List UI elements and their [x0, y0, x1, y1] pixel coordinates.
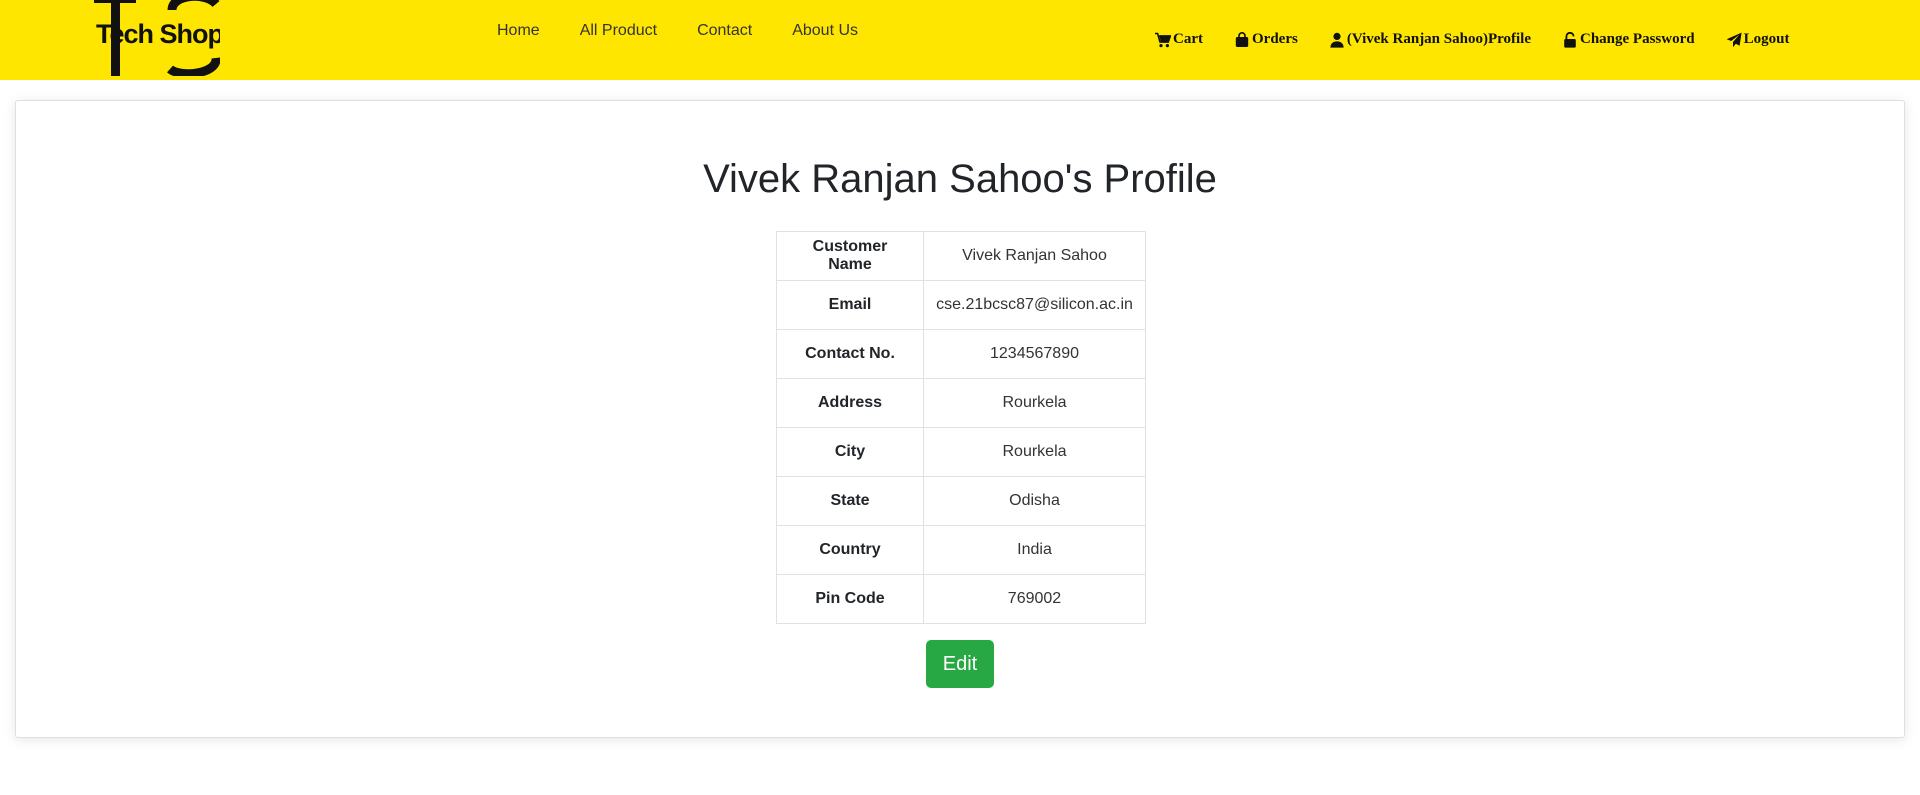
field-value: Rourkela	[923, 427, 1146, 477]
nav-logout-link[interactable]: Logout	[1726, 31, 1790, 48]
shopping-bag-icon	[1234, 31, 1251, 48]
top-navbar: Tech Shop Home All Product Contact About…	[0, 0, 1920, 80]
field-label: City	[776, 427, 924, 477]
field-value: India	[923, 525, 1146, 575]
field-label: State	[776, 476, 924, 526]
nav-home-link[interactable]: Home	[497, 22, 560, 40]
table-row: Email cse.21bcsc87@silicon.ac.in	[776, 280, 1146, 330]
field-value: 769002	[923, 574, 1146, 624]
brand-logo[interactable]: Tech Shop	[94, 0, 220, 76]
field-label: Pin Code	[776, 574, 924, 624]
field-value: cse.21bcsc87@silicon.ac.in	[923, 280, 1146, 330]
table-row: Customer Name Vivek Ranjan Sahoo	[776, 231, 1146, 281]
paper-plane-icon	[1726, 32, 1743, 48]
nav-orders-link[interactable]: Orders	[1234, 31, 1298, 48]
field-value: Odisha	[923, 476, 1146, 526]
user-icon	[1329, 32, 1346, 48]
nav-change-password-label: Change Password	[1580, 31, 1695, 47]
brand-name: Tech Shop	[96, 19, 220, 49]
field-label: Contact No.	[776, 329, 924, 379]
table-row: City Rourkela	[776, 427, 1146, 477]
table-row: Contact No. 1234567890	[776, 329, 1146, 379]
cart-icon	[1155, 32, 1172, 48]
field-label: Customer Name	[776, 231, 924, 281]
table-row: State Odisha	[776, 476, 1146, 526]
profile-table: Customer Name Vivek Ranjan Sahoo Email c…	[776, 231, 1146, 624]
field-label: Email	[776, 280, 924, 330]
edit-profile-button[interactable]: Edit	[926, 640, 994, 688]
table-row: Pin Code 769002	[776, 574, 1146, 624]
nav-profile-link[interactable]: (Vivek Ranjan Sahoo)Profile	[1329, 31, 1531, 48]
profile-card: Vivek Ranjan Sahoo's Profile Customer Na…	[15, 100, 1905, 738]
page-title: Vivek Ranjan Sahoo's Profile	[703, 157, 1217, 201]
field-value: 1234567890	[923, 329, 1146, 379]
table-row: Address Rourkela	[776, 378, 1146, 428]
nav-change-password-link[interactable]: Change Password	[1562, 31, 1695, 48]
table-row: Country India	[776, 525, 1146, 575]
nav-about-us-link[interactable]: About Us	[772, 22, 878, 40]
nav-contact-link[interactable]: Contact	[677, 22, 772, 40]
nav-cart-link[interactable]: Cart	[1155, 31, 1203, 48]
nav-profile-label: (Vivek Ranjan Sahoo)Profile	[1346, 31, 1531, 47]
nav-all-product-link[interactable]: All Product	[560, 22, 677, 40]
field-value: Vivek Ranjan Sahoo	[923, 231, 1146, 281]
unlock-icon	[1562, 31, 1579, 48]
field-label: Country	[776, 525, 924, 575]
user-nav: Cart Orders (Vivek Ranjan Sahoo)Profile …	[1155, 31, 1789, 48]
nav-cart-label: Cart	[1173, 31, 1203, 47]
nav-logout-label: Logout	[1743, 31, 1790, 47]
field-label: Address	[776, 378, 924, 428]
field-value: Rourkela	[923, 378, 1146, 428]
main-nav: Home All Product Contact About Us	[497, 22, 878, 40]
nav-orders-label: Orders	[1252, 31, 1298, 47]
